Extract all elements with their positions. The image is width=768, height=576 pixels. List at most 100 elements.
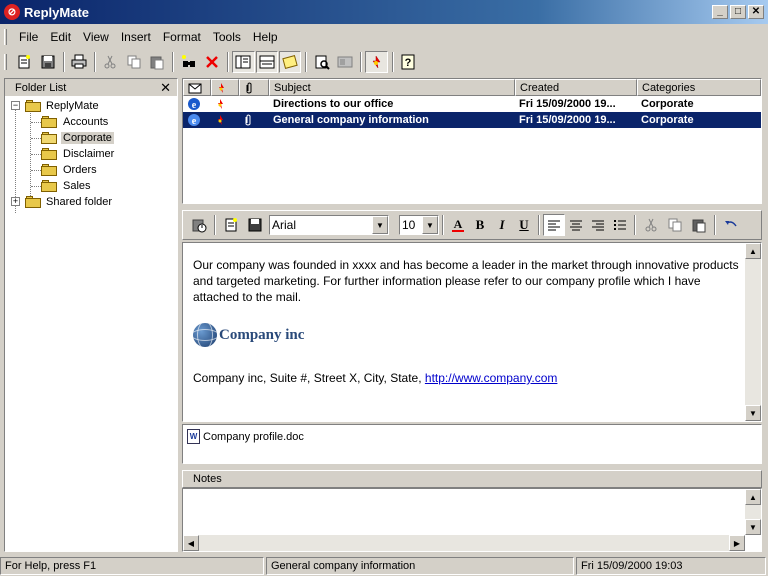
find-icon[interactable] bbox=[177, 51, 199, 73]
tree-connector bbox=[31, 186, 41, 187]
column-type[interactable] bbox=[183, 79, 211, 96]
align-left-button[interactable] bbox=[543, 214, 565, 236]
cut-icon[interactable] bbox=[639, 214, 662, 236]
message-subject: Directions to our office bbox=[273, 98, 394, 110]
scroll-right-icon[interactable]: ▶ bbox=[729, 535, 745, 551]
folder-list-panel: Folder List ✕ − ReplyMate Accounts Corpo… bbox=[4, 78, 178, 552]
tree-node-sales[interactable]: Sales bbox=[5, 178, 177, 194]
close-icon[interactable]: ✕ bbox=[160, 80, 171, 96]
status-date: Fri 15/09/2000 19:03 bbox=[576, 556, 766, 575]
attachment-item[interactable]: W Company profile.doc bbox=[187, 429, 304, 444]
message-row-selected[interactable]: e General company information Fri 15/09/… bbox=[183, 112, 761, 128]
menu-edit[interactable]: Edit bbox=[44, 30, 77, 44]
print-icon[interactable] bbox=[68, 51, 90, 73]
shared-folder-icon bbox=[25, 196, 41, 208]
scroll-left-icon[interactable]: ◀ bbox=[183, 535, 199, 551]
paste-icon[interactable] bbox=[146, 51, 168, 73]
menu-insert[interactable]: Insert bbox=[115, 30, 157, 44]
scroll-down-icon[interactable]: ▼ bbox=[745, 519, 761, 535]
help-icon[interactable]: ? bbox=[397, 51, 419, 73]
collapse-icon[interactable]: − bbox=[11, 101, 20, 110]
save-icon[interactable] bbox=[36, 51, 58, 73]
search-icon[interactable] bbox=[310, 51, 332, 73]
close-button[interactable]: ✕ bbox=[748, 5, 764, 19]
tree-node-shared-folder[interactable]: + Shared folder bbox=[5, 194, 177, 210]
delete-icon[interactable] bbox=[201, 51, 223, 73]
menu-view[interactable]: View bbox=[77, 30, 115, 44]
message-body[interactable]: Our company was founded in xxxx and has … bbox=[182, 242, 762, 422]
replymate-app-icon: ⊘ bbox=[4, 4, 20, 20]
high-priority-icon[interactable] bbox=[365, 51, 388, 73]
menubar-grip[interactable] bbox=[4, 28, 7, 45]
title-bar[interactable]: ⊘ ReplyMate _ □ ✕ bbox=[0, 0, 768, 24]
save-icon[interactable] bbox=[243, 214, 266, 236]
tree-node-accounts[interactable]: Accounts bbox=[5, 114, 177, 130]
align-right-button[interactable] bbox=[587, 214, 609, 236]
column-priority[interactable] bbox=[211, 79, 239, 96]
message-list-header: Subject Created Categories bbox=[183, 79, 761, 96]
column-categories[interactable]: Categories bbox=[637, 79, 761, 96]
scroll-up-icon[interactable]: ▲ bbox=[745, 489, 761, 505]
copy-icon[interactable] bbox=[123, 51, 145, 73]
font-color-button[interactable]: A bbox=[447, 214, 469, 236]
toolbar-grip[interactable] bbox=[4, 54, 7, 70]
cut-icon[interactable] bbox=[99, 51, 121, 73]
italic-button[interactable]: I bbox=[491, 214, 513, 236]
column-subject[interactable]: Subject bbox=[269, 79, 515, 96]
tree-connector bbox=[31, 122, 41, 123]
globe-icon bbox=[193, 323, 217, 347]
menu-format[interactable]: Format bbox=[157, 30, 207, 44]
address-text: Company inc, Suite #, Street X, City, St… bbox=[193, 371, 425, 385]
tree-node-disclaimer[interactable]: Disclaimer bbox=[5, 146, 177, 162]
notes-icon[interactable] bbox=[278, 51, 302, 73]
body-vertical-scrollbar[interactable]: ▲ ▼ bbox=[745, 243, 761, 421]
folder-list-icon[interactable] bbox=[232, 51, 255, 73]
font-name-select[interactable]: Arial ▼ bbox=[269, 215, 389, 235]
message-subject: General company information bbox=[273, 114, 429, 126]
new-icon[interactable] bbox=[219, 214, 242, 236]
underline-button[interactable]: U bbox=[513, 214, 535, 236]
menu-file[interactable]: File bbox=[13, 30, 44, 44]
scroll-up-icon[interactable]: ▲ bbox=[745, 243, 761, 259]
chevron-down-icon[interactable]: ▼ bbox=[422, 216, 438, 234]
copy-icon[interactable] bbox=[663, 214, 686, 236]
address-book-icon[interactable] bbox=[334, 51, 356, 73]
notes-vertical-scrollbar[interactable]: ▲ ▼ bbox=[745, 489, 761, 535]
folder-list-header: Folder List ✕ bbox=[5, 79, 177, 96]
font-name-value: Arial bbox=[272, 218, 297, 232]
company-website-link[interactable]: http://www.company.com bbox=[425, 371, 558, 385]
message-properties-icon[interactable] bbox=[187, 214, 210, 236]
notes-field[interactable]: ▲ ▼ ◀ ▶ bbox=[182, 488, 762, 552]
font-size-select[interactable]: 10 ▼ bbox=[399, 215, 439, 235]
bullet-list-button[interactable] bbox=[609, 214, 631, 236]
message-category: Corporate bbox=[641, 98, 694, 110]
tree-node-replymate[interactable]: − ReplyMate bbox=[5, 98, 177, 114]
undo-icon[interactable] bbox=[719, 214, 742, 236]
paperclip-icon bbox=[239, 112, 269, 128]
tree-label: Disclaimer bbox=[63, 148, 115, 160]
tree-node-corporate[interactable]: Corporate bbox=[5, 130, 177, 146]
chevron-down-icon[interactable]: ▼ bbox=[372, 216, 388, 234]
tree-node-orders[interactable]: Orders bbox=[5, 162, 177, 178]
expand-icon[interactable]: + bbox=[11, 197, 20, 206]
align-center-button[interactable] bbox=[565, 214, 587, 236]
minimize-button[interactable]: _ bbox=[712, 5, 728, 19]
menu-tools[interactable]: Tools bbox=[207, 30, 247, 44]
column-created[interactable]: Created bbox=[515, 79, 637, 96]
tree-label: Accounts bbox=[63, 116, 109, 128]
new-message-icon[interactable] bbox=[13, 51, 35, 73]
message-row[interactable]: e Directions to our office Fri 15/09/200… bbox=[183, 96, 761, 112]
folder-icon bbox=[41, 164, 57, 176]
bold-button[interactable]: B bbox=[469, 214, 491, 236]
paste-icon[interactable] bbox=[687, 214, 710, 236]
toolbar-separator bbox=[214, 215, 216, 235]
column-attachment[interactable] bbox=[239, 79, 269, 96]
maximize-button[interactable]: □ bbox=[730, 5, 746, 19]
scroll-down-icon[interactable]: ▼ bbox=[745, 405, 761, 421]
menu-help[interactable]: Help bbox=[247, 30, 284, 44]
notes-horizontal-scrollbar[interactable]: ◀ ▶ bbox=[183, 535, 745, 551]
message-category: Corporate bbox=[641, 114, 694, 126]
folder-list-title: Folder List bbox=[15, 81, 67, 94]
svg-text:A: A bbox=[454, 217, 463, 231]
preview-pane-icon[interactable] bbox=[255, 51, 278, 73]
